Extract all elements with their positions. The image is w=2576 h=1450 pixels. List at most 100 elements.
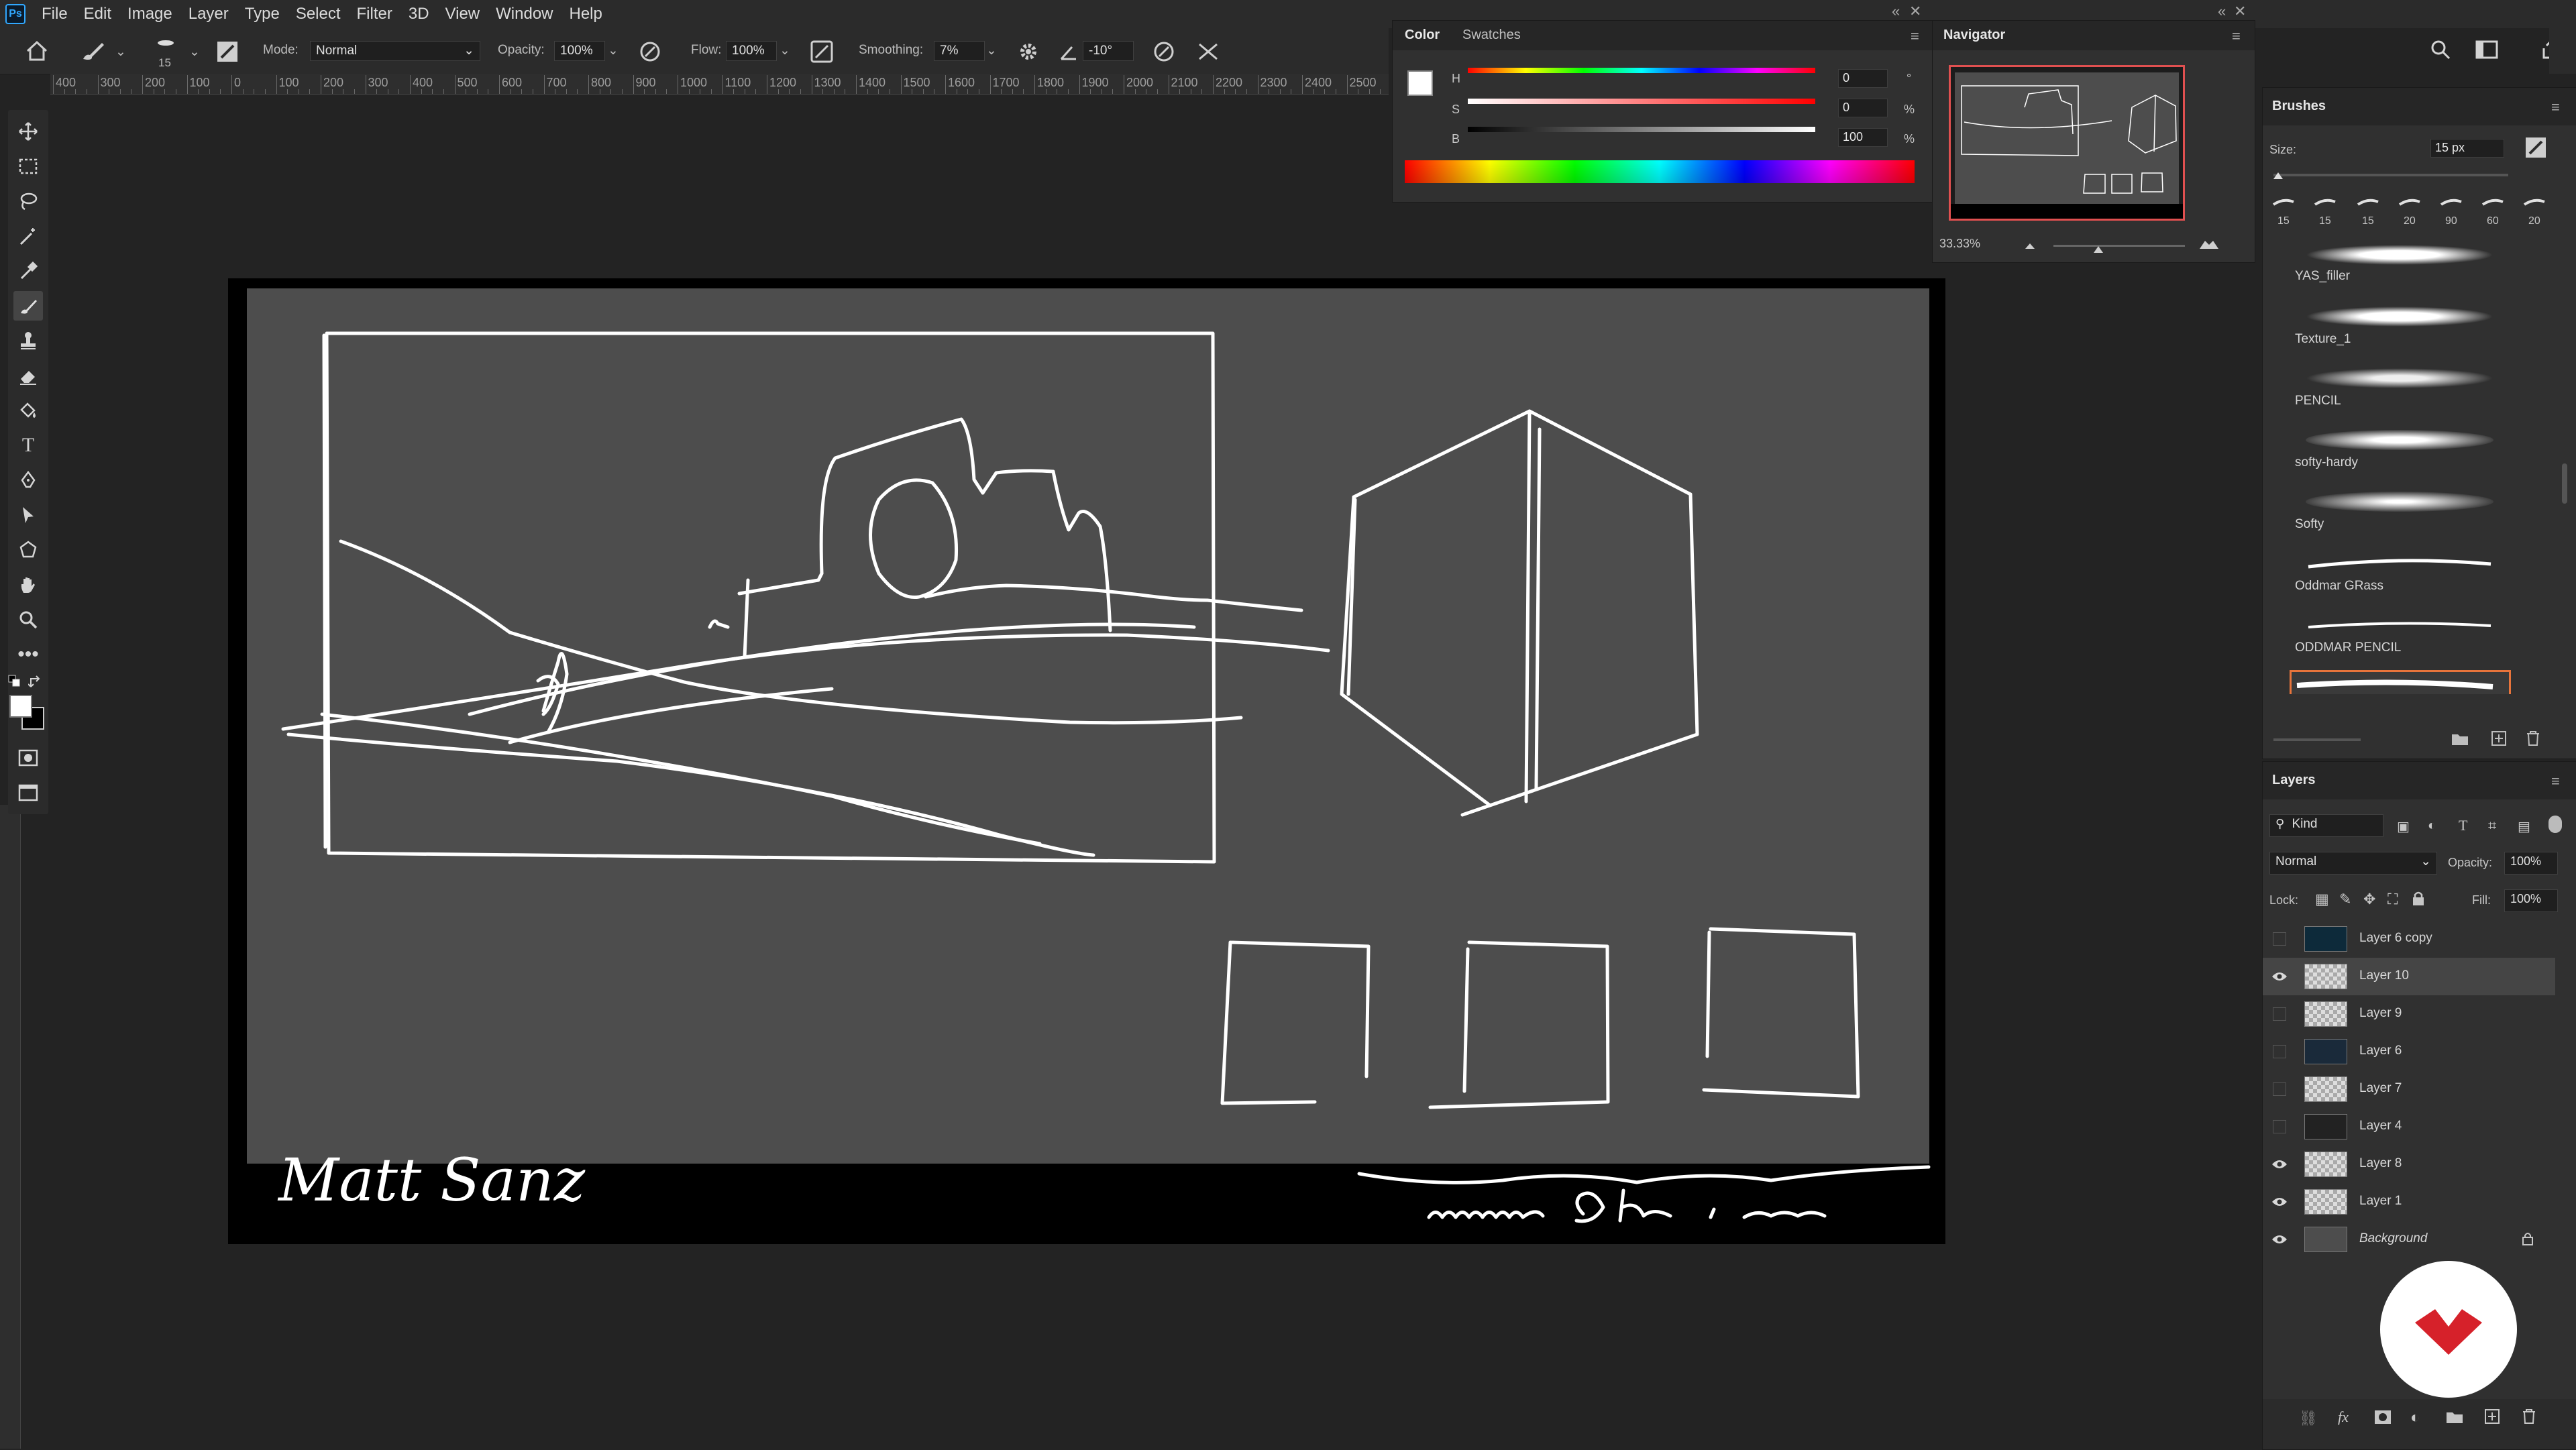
lock-all-icon[interactable] xyxy=(2412,891,2425,910)
opacity-input[interactable]: 100% xyxy=(554,41,605,61)
workspace-icon[interactable] xyxy=(2475,40,2500,62)
panel-menu-icon[interactable]: ≡ xyxy=(2551,773,2560,790)
smoothing-input[interactable]: 7% xyxy=(934,41,985,61)
fill-input[interactable]: 100% xyxy=(2504,889,2558,912)
smart-object-filter-icon[interactable]: ▤ xyxy=(2518,818,2530,835)
layer-row[interactable]: Layer 9 xyxy=(2263,995,2555,1033)
path-selection-icon[interactable] xyxy=(13,500,43,530)
menu-3d[interactable]: 3D xyxy=(409,5,429,23)
preset-brush-icon[interactable] xyxy=(2314,195,2337,213)
mode-select[interactable]: Normal ⌄ xyxy=(310,41,480,61)
foreground-color-swatch[interactable] xyxy=(1407,70,1433,96)
swap-colors-icon[interactable] xyxy=(28,675,43,693)
default-colors-icon[interactable] xyxy=(8,675,23,693)
gear-icon[interactable] xyxy=(1017,40,1040,66)
zoom-out-icon[interactable] xyxy=(2023,241,2037,254)
brush-item-selected[interactable]: icon xyxy=(2290,670,2511,694)
menu-filter[interactable]: Filter xyxy=(357,5,392,23)
image-filter-icon[interactable]: ▣ xyxy=(2397,818,2410,835)
layer-opacity-input[interactable]: 100% xyxy=(2504,852,2558,875)
new-brush-icon[interactable] xyxy=(2491,730,2507,750)
magic-wand-icon[interactable] xyxy=(13,221,43,251)
visibility-toggle[interactable] xyxy=(2271,930,2288,948)
lock-pixels-icon[interactable]: ✎ xyxy=(2339,891,2351,908)
lock-position-icon[interactable]: ✥ xyxy=(2363,891,2375,908)
layer-row[interactable]: Layer 6 copy xyxy=(2263,920,2555,958)
menu-view[interactable]: View xyxy=(445,5,480,23)
search-icon[interactable] xyxy=(2430,39,2451,64)
brush-item[interactable]: YAS_filler xyxy=(2290,241,2511,300)
brush-tool-icon[interactable] xyxy=(79,39,106,66)
eyedropper-icon[interactable] xyxy=(13,256,43,286)
menu-help[interactable]: Help xyxy=(570,5,602,23)
move-tool-icon[interactable] xyxy=(13,117,43,146)
layer-row[interactable]: Layer 6 xyxy=(2263,1033,2555,1070)
pen-tool-icon[interactable] xyxy=(13,465,43,495)
brush-size-slider-thumb[interactable] xyxy=(2272,171,2284,184)
lock-artboard-icon[interactable]: ⛶ xyxy=(2387,891,2398,908)
brushes-title[interactable]: Brushes xyxy=(2272,99,2326,114)
panel-menu-icon[interactable]: ≡ xyxy=(2551,99,2560,116)
screen-mode-icon[interactable] xyxy=(13,778,43,807)
tab-swatches[interactable]: Swatches xyxy=(1462,27,1521,43)
delete-layer-icon[interactable] xyxy=(2522,1408,2536,1428)
brush-size-slider[interactable] xyxy=(2273,174,2508,176)
panel-menu-icon[interactable]: ≡ xyxy=(2232,27,2241,45)
lock-transparent-icon[interactable]: ▦ xyxy=(2315,891,2329,908)
visibility-toggle[interactable] xyxy=(2271,1043,2288,1060)
layer-row-selected[interactable]: Layer 10 xyxy=(2263,958,2555,995)
menu-window[interactable]: Window xyxy=(496,5,553,23)
smoothing-chevron-icon[interactable]: ⌄ xyxy=(986,43,997,58)
brush-item[interactable]: Oddmar GRass xyxy=(2290,548,2511,608)
airbrush-icon[interactable] xyxy=(810,40,833,66)
eraser-icon[interactable] xyxy=(13,361,43,390)
pressure-opacity-icon[interactable] xyxy=(639,40,661,66)
navigator-title[interactable]: Navigator xyxy=(1943,27,2005,43)
brush-item[interactable]: Texture_1 xyxy=(2290,301,2511,361)
fx-icon[interactable]: fx xyxy=(2338,1408,2349,1426)
type-tool-icon[interactable]: T xyxy=(13,431,43,460)
tab-color[interactable]: Color xyxy=(1405,27,1440,43)
preview-size-slider[interactable] xyxy=(2273,738,2361,741)
menu-layer[interactable]: Layer xyxy=(189,5,229,23)
brush-list-scrollbar[interactable] xyxy=(2562,463,2567,504)
adjustment-layer-icon[interactable]: ◐ xyxy=(2410,1408,2420,1427)
menu-image[interactable]: Image xyxy=(127,5,172,23)
eye-icon[interactable] xyxy=(2271,968,2288,985)
visibility-toggle[interactable] xyxy=(2271,1005,2288,1023)
flow-input[interactable]: 100% xyxy=(726,41,777,61)
new-group-icon[interactable] xyxy=(2445,1410,2464,1428)
more-tools-icon[interactable]: ••• xyxy=(13,640,43,669)
visibility-toggle[interactable] xyxy=(2271,1080,2288,1098)
brush-size-input[interactable]: 15 px xyxy=(2430,139,2504,158)
preset-brush-icon[interactable] xyxy=(2440,195,2463,213)
brush-picker-chevron-icon[interactable]: ⌄ xyxy=(189,44,200,60)
preset-brush-icon[interactable] xyxy=(2481,195,2504,213)
delete-icon[interactable] xyxy=(2526,730,2540,750)
filter-toggle[interactable] xyxy=(2548,816,2562,833)
brush-item[interactable]: Softy xyxy=(2290,486,2511,547)
brush-item[interactable]: ODDMAR PENCIL xyxy=(2290,610,2511,670)
hue-slider[interactable] xyxy=(1468,68,1815,73)
zoom-slider-thumb[interactable] xyxy=(2092,245,2104,258)
zoom-tool-icon[interactable] xyxy=(13,605,43,634)
add-mask-icon[interactable] xyxy=(2374,1410,2392,1428)
layers-title[interactable]: Layers xyxy=(2272,773,2316,788)
flow-chevron-icon[interactable]: ⌄ xyxy=(780,43,790,58)
paint-bucket-icon[interactable] xyxy=(13,396,43,425)
layer-row[interactable]: Layer 4 xyxy=(2263,1108,2555,1146)
shape-filter-icon[interactable]: ⌗ xyxy=(2488,817,2496,834)
menu-type[interactable]: Type xyxy=(245,5,280,23)
link-layers-icon[interactable]: ⛓ xyxy=(2299,1410,2318,1427)
quick-mask-icon[interactable] xyxy=(13,743,43,773)
home-icon[interactable] xyxy=(25,40,48,65)
preset-brush-icon[interactable] xyxy=(2272,195,2295,213)
layer-row[interactable]: Layer 1 xyxy=(2263,1183,2555,1221)
panel-menu-icon[interactable]: ≡ xyxy=(1911,27,1919,45)
eye-icon[interactable] xyxy=(2271,1193,2288,1211)
preset-brush-icon[interactable] xyxy=(2398,195,2421,213)
brush-item[interactable]: PENCIL xyxy=(2290,363,2511,423)
lasso-tool-icon[interactable] xyxy=(13,186,43,216)
saturation-slider[interactable] xyxy=(1468,99,1815,104)
symmetry-icon[interactable] xyxy=(1197,40,1220,66)
